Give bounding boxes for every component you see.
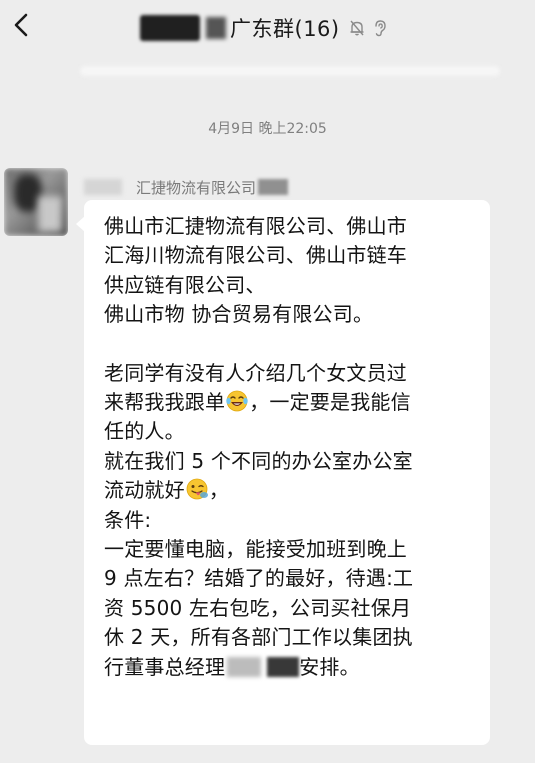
- title-redaction: [140, 15, 200, 41]
- chat-title[interactable]: 广东群(16): [140, 12, 388, 44]
- message-line: 汇海川物流有限公司、佛山市链车: [104, 243, 407, 268]
- message-timestamp: 4月9日 晚上22:05: [208, 121, 327, 137]
- name-redaction: [227, 656, 262, 677]
- message-text: 来帮我我跟单: [104, 390, 226, 415]
- message-text: ，: [208, 478, 230, 503]
- message-text: ，一定要是我能信: [249, 390, 411, 415]
- message-line: 来帮我我跟单 ，一定要是我能信: [104, 388, 476, 417]
- message-line: 资 5500 左右包吃，公司买社保月: [104, 595, 412, 620]
- name-redaction: [267, 656, 300, 677]
- message-line: 条件:: [104, 507, 152, 532]
- message-line: 行董事总经理 安排。: [104, 653, 476, 682]
- laughing-tears-emoji: [225, 390, 249, 412]
- tongue-wink-emoji: [185, 478, 209, 500]
- message-text: 安排。: [299, 654, 360, 679]
- group-name: 广东群(16): [230, 17, 340, 41]
- title-status-icons: [348, 19, 388, 37]
- sender-name-redaction-end: [258, 179, 289, 195]
- message-line: 供应链有限公司、: [104, 272, 266, 297]
- message-text: 流动就好: [104, 478, 185, 503]
- message-line: 就在我们 5 个不同的办公室办公室: [104, 448, 413, 473]
- message-line: 佛山市汇捷物流有限公司、佛山市: [104, 214, 407, 238]
- message-line: 任的人。: [104, 419, 185, 444]
- chat-header: 广东群(16): [0, 0, 535, 58]
- message-line: 佛山市物 协合贸易有限公司。: [104, 302, 374, 327]
- message-line: 休 2 天，所有各部门工作以集团执: [104, 625, 413, 650]
- message-line: 一定要懂电脑，能接受加班到晚上: [104, 537, 407, 562]
- message-line: 9 点左右？结婚了的最好，待遇:工: [104, 566, 414, 591]
- sender-name: 汇捷物流有限公司: [136, 178, 257, 197]
- message-bubble[interactable]: 佛山市汇捷物流有限公司、佛山市 汇海川物流有限公司、佛山市链车 供应链有限公司、…: [84, 200, 490, 745]
- ear-icon: [374, 20, 386, 37]
- message-line: 老同学有没有人介绍几个女文员过: [104, 360, 407, 385]
- bell-muted-icon: [350, 20, 364, 36]
- sender-label: 汇捷物流有限公司: [84, 176, 289, 198]
- chevron-left-icon: [14, 13, 28, 37]
- message-text: 行董事总经理: [104, 654, 226, 679]
- header-divider: [80, 66, 500, 76]
- title-redaction-fragment: [206, 17, 226, 39]
- message-line: 流动就好 ，: [104, 476, 476, 505]
- sender-name-redaction: [84, 179, 122, 195]
- back-button[interactable]: [10, 10, 34, 40]
- chat-screen: 广东群(16) 4月9日 晚上22:05 汇捷物流有限公司 佛山市汇捷物流有限公…: [0, 0, 535, 763]
- sender-avatar[interactable]: [4, 168, 68, 236]
